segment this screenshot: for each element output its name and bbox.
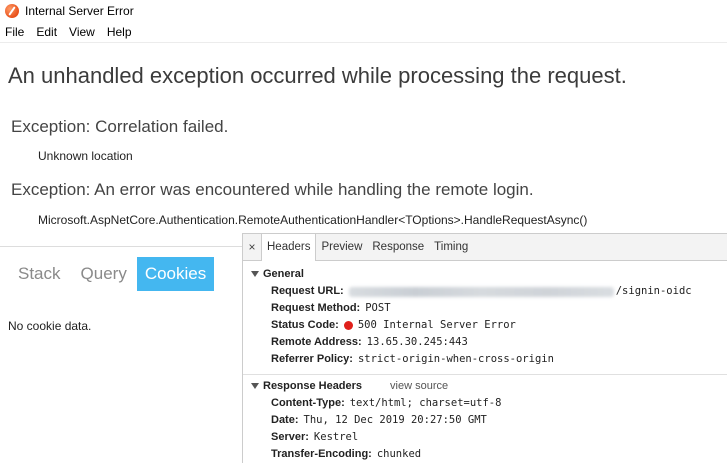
devtools-tabs: × Headers Preview Response Timing xyxy=(243,234,727,261)
menu-help[interactable]: Help xyxy=(101,22,138,42)
menu-file[interactable]: File xyxy=(0,22,30,42)
tab-timing[interactable]: Timing xyxy=(429,234,473,260)
referrer-policy-row: Referrer Policy: strict-origin-when-cros… xyxy=(251,351,727,368)
general-title: General xyxy=(263,268,304,280)
transfer-encoding-label: Transfer-Encoding: xyxy=(271,448,372,460)
response-headers-title: Response Headers xyxy=(263,380,363,392)
response-headers-header[interactable]: Response Headers view source xyxy=(251,377,727,395)
referrer-policy-value: strict-origin-when-cross-origin xyxy=(357,353,554,365)
content-type-value: text/html; charset=utf-8 xyxy=(349,397,502,409)
section-divider xyxy=(243,374,727,375)
remote-address-value: 13.65.30.245:443 xyxy=(366,336,468,348)
content-type-label: Content-Type: xyxy=(271,397,345,409)
exception-title-1: Exception: Correlation failed. xyxy=(11,117,229,136)
exception-location-2: Microsoft.AspNetCore.Authentication.Remo… xyxy=(38,213,588,227)
tab-query[interactable]: Query xyxy=(71,257,137,291)
content-type-row: Content-Type: text/html; charset=utf-8 xyxy=(251,395,727,412)
referrer-policy-label: Referrer Policy: xyxy=(271,353,353,365)
tab-response[interactable]: Response xyxy=(367,234,429,260)
menu-bar: File Edit View Help xyxy=(0,22,727,42)
title-bar: Internal Server Error xyxy=(0,0,727,22)
devtools-panel: × Headers Preview Response Timing Genera… xyxy=(242,233,727,463)
cookie-data-message: No cookie data. xyxy=(8,319,92,333)
close-icon[interactable]: × xyxy=(243,234,261,260)
window-title: Internal Server Error xyxy=(25,4,134,18)
request-method-label: Request Method: xyxy=(271,302,361,314)
request-url-suffix: /signin-oidc xyxy=(615,285,692,297)
tab-headers[interactable]: Headers xyxy=(261,234,317,261)
menu-view[interactable]: View xyxy=(63,22,101,42)
error-tabs: Stack Query Cookies xyxy=(8,257,215,291)
remote-address-label: Remote Address: xyxy=(271,336,362,348)
remote-address-row: Remote Address: 13.65.30.245:443 xyxy=(251,334,727,351)
browser-window: Internal Server Error File Edit View Hel… xyxy=(0,0,727,463)
tab-preview[interactable]: Preview xyxy=(316,234,367,260)
status-code-value: 500 Internal Server Error xyxy=(357,319,516,331)
triangle-down-icon xyxy=(251,383,259,389)
status-code-label: Status Code: xyxy=(271,319,339,331)
request-url-row: Request URL: /signin-oidc xyxy=(251,283,727,300)
request-method-row: Request Method: POST xyxy=(251,300,727,317)
app-icon xyxy=(5,4,19,18)
menu-edit[interactable]: Edit xyxy=(30,22,63,42)
date-label: Date: xyxy=(271,414,299,426)
general-section: General Request URL: /signin-oidc Reques… xyxy=(243,265,727,368)
exception-title-2: Exception: An error was encountered whil… xyxy=(11,180,534,199)
date-row: Date: Thu, 12 Dec 2019 20:27:50 GMT xyxy=(251,412,727,429)
view-source-link[interactable]: view source xyxy=(390,380,448,392)
error-status-icon xyxy=(343,321,353,330)
redacted-url xyxy=(348,286,614,297)
tab-stack[interactable]: Stack xyxy=(8,257,71,291)
general-header[interactable]: General xyxy=(251,265,727,283)
date-value: Thu, 12 Dec 2019 20:27:50 GMT xyxy=(303,414,487,426)
exception-location-1: Unknown location xyxy=(38,149,133,163)
response-headers-section: Response Headers view source Content-Typ… xyxy=(243,377,727,463)
request-method-value: POST xyxy=(365,302,391,314)
transfer-encoding-row: Transfer-Encoding: chunked xyxy=(251,446,727,463)
tab-cookies[interactable]: Cookies xyxy=(136,257,215,291)
divider xyxy=(0,246,250,247)
status-code-row: Status Code: 500 Internal Server Error xyxy=(251,317,727,334)
page-title: An unhandled exception occurred while pr… xyxy=(8,63,627,88)
server-row: Server: Kestrel xyxy=(251,429,727,446)
triangle-down-icon xyxy=(251,271,259,277)
server-label: Server: xyxy=(271,431,309,443)
server-value: Kestrel xyxy=(313,431,359,443)
transfer-encoding-value: chunked xyxy=(376,448,422,460)
request-url-label: Request URL: xyxy=(271,285,344,297)
